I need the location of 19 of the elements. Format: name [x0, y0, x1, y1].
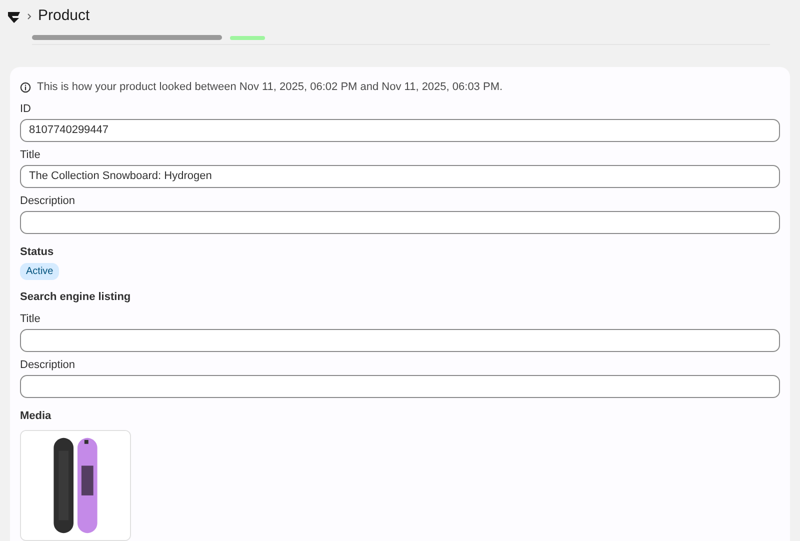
page-title: Product [38, 6, 90, 26]
input-field[interactable] [20, 210, 780, 234]
info-icon [20, 82, 31, 93]
notice-text: This is how your product looked between Nov 11, 2025, 06:02 PM and Nov 11, 2025, 06:03 PM. [37, 80, 503, 95]
field-label: Description [20, 358, 76, 372]
section-heading: Search engine listing [20, 290, 132, 305]
input-field[interactable]: The Collection Snowboard: Hydrogen [20, 164, 780, 188]
input-field[interactable] [20, 374, 780, 398]
section-heading: Status [20, 244, 55, 260]
logo-icon [7, 10, 21, 23]
field-label: Title [20, 148, 42, 162]
input-field[interactable] [20, 328, 780, 352]
chevron-icon [27, 13, 32, 20]
section-heading: Media [20, 408, 52, 424]
input-field[interactable]: 8107740299447 [20, 118, 780, 142]
field-label: Description [20, 194, 76, 208]
status-badge: Active [20, 263, 60, 280]
field-label: ID [20, 102, 32, 116]
field-label: Title [20, 312, 42, 326]
